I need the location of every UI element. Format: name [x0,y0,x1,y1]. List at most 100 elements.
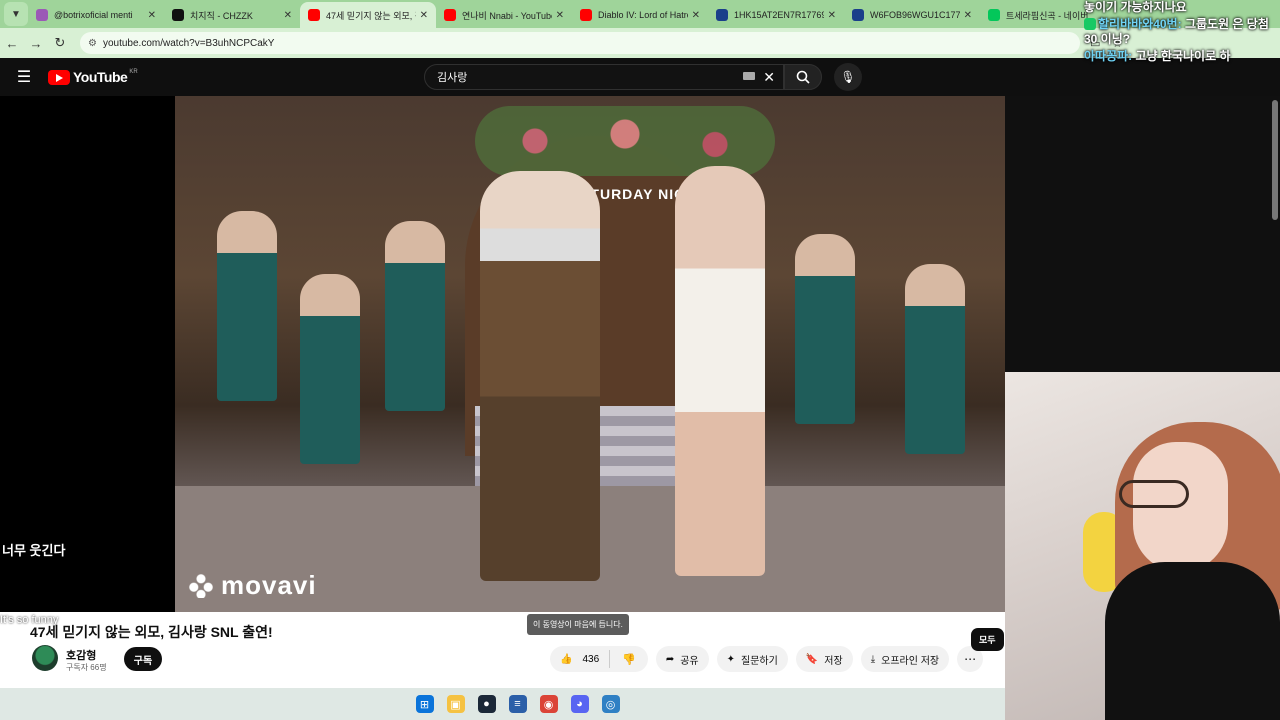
tab-favicon-icon [852,9,864,21]
tab-label: 1HK15AT2EN7R17769E [734,10,824,20]
browser-tab[interactable]: Diablo IV: Lord of Hatre ✕ [572,2,708,28]
url-input[interactable]: ⚙ youtube.com/watch?v=B3uhNCPCakY [80,32,1080,54]
tab-close-icon[interactable]: ✕ [828,10,836,21]
channel-avatar[interactable] [32,645,58,671]
app-icon[interactable]: ◎ [601,695,620,713]
youtube-play-icon [48,69,70,85]
share-label: 공유 [680,655,699,667]
sidebar-dark-area [1005,96,1280,372]
tab-close-icon[interactable]: ✕ [556,10,564,21]
tab-favicon-icon [36,9,48,21]
tab-favicon-icon [988,9,1000,21]
search-icon [796,70,810,84]
chat-username: 할리바바와40번: [1098,17,1182,31]
browser-tab[interactable]: 치지직 - CHZZK ✕ [164,2,300,28]
movavi-watermark: movavi [189,570,317,601]
screen: ▼ @botrixoficial menti ✕ 치지직 - CHZZK ✕ 4… [0,0,1280,720]
stream-overlay-text: 너무 웃긴다 [2,543,66,558]
chat-text: 놓이기 가능하지나요 [1084,0,1187,14]
browser-tab[interactable]: @botrixoficial menti ✕ [28,2,164,28]
bookmark-icon: 🔖 [805,653,819,665]
host-figure [480,171,600,581]
scrollbar-thumb[interactable] [1272,100,1278,220]
guest-figure [675,166,765,576]
like-count: 436 [582,653,600,665]
browser-tab[interactable]: W6FOB96WGU1C17769 ✕ [844,2,980,28]
voice-search-icon[interactable]: 🎙 [834,63,862,91]
streamer-top [1105,562,1280,720]
keyboard-icon[interactable] [743,72,755,80]
tab-favicon-icon [444,9,456,21]
forward-icon[interactable]: → [24,36,48,51]
browser-tab-active[interactable]: 47세 믿기지 않는 외모, 김 ✕ [300,2,436,28]
tab-label: @botrixoficial menti [54,10,133,20]
ask-label: 질문하기 [741,655,778,667]
page-scrollbar[interactable] [1270,96,1280,226]
chat-message: 놓이기 가능하지나요 [1084,0,1280,15]
chat-username: 아따꽁파: [1084,49,1133,63]
glasses-icon [1119,480,1189,508]
search-value: 김사랑 [437,72,468,84]
video-title: 47세 믿기지 않는 외모, 김사랑 SNL 출연! [30,624,273,640]
download-button[interactable]: ⤓ 오프라인 저장 [860,646,950,672]
tab-close-icon[interactable]: ✕ [692,10,700,21]
like-button[interactable]: 👍 436 [550,650,611,668]
browser-tab[interactable]: 연나비 Nnabi - YouTube ✕ [436,2,572,28]
youtube-logo[interactable]: YouTube KR [48,69,138,85]
tab-label: W6FOB96WGU1C17769 [870,10,960,20]
file-explorer-icon[interactable]: ▣ [446,695,465,713]
band-member [217,211,277,401]
region-code: KR [129,69,138,75]
sparkle-icon: ✦ [726,653,736,665]
filter-chip-all[interactable]: 모두 [971,628,1004,651]
band-member [300,274,360,464]
search-input[interactable]: 김사랑 ✕ [424,64,784,90]
chat-text: 고냥 한국나이로 하 [1135,49,1231,63]
tab-favicon-icon [308,9,320,21]
site-info-icon[interactable]: ⚙ [88,38,97,49]
tab-label: Diablo IV: Lord of Hatre [598,10,688,20]
steam-icon[interactable]: ● [477,695,496,713]
discord-icon[interactable]: ◕ [570,695,589,713]
youtube-logo-text: YouTube [73,69,128,85]
like-dislike-group: 👍 436 👎 [550,646,648,672]
taskbar: ⊞ ▣ ● ≡ ◉ ◕ ◎ [0,688,1005,720]
chat-message: 아따꽁파: 고냥 한국나이로 하 [1084,49,1280,64]
subscribe-button[interactable]: 구독 [124,647,162,671]
back-icon[interactable]: ← [0,36,24,51]
band-member [905,264,965,454]
tab-search-icon[interactable]: ▼ [4,2,28,26]
windows-start-icon[interactable]: ⊞ [415,695,434,713]
tab-label: 47세 믿기지 않는 외모, 김 [326,10,416,21]
url-text: youtube.com/watch?v=B3uhNCPCakY [102,37,275,49]
download-label: 오프라인 저장 [881,655,940,667]
movavi-logo-icon [189,573,213,598]
menu-icon[interactable]: ☰ [0,67,48,87]
tab-close-icon[interactable]: ✕ [420,10,428,21]
chrome-icon[interactable]: ◉ [539,695,558,713]
share-button[interactable]: ➦ 공유 [655,646,709,672]
watermark-text: movavi [221,570,317,600]
reload-icon[interactable]: ↻ [48,35,72,51]
dislike-button[interactable]: 👎 [610,653,648,666]
browser-tab[interactable]: 1HK15AT2EN7R17769E ✕ [708,2,844,28]
caption-text: It's so funny [0,614,59,626]
tab-close-icon[interactable]: ✕ [284,10,292,21]
tab-favicon-icon [172,9,184,21]
video-player[interactable]: SATURDAY NIGHT movavi [175,96,1005,612]
save-button[interactable]: 🔖 저장 [795,646,853,672]
band-member [385,221,445,411]
search-button[interactable] [784,64,822,90]
ask-button[interactable]: ✦ 질문하기 [716,646,788,672]
download-icon: ⤓ [870,653,876,665]
notepad-icon[interactable]: ≡ [508,695,527,713]
video-actions: 👍 436 👎 ➦ 공유 ✦ 질문하기 🔖 저장 ⤓ 오프라인 저장 ⋯ [550,646,984,672]
stream-chat-overlay: 놓이기 가능하지나요 할리바바와40번: 그룹도원 은 당첨 30 이닝? 아따… [1084,0,1280,66]
channel-name[interactable]: 호감형 [66,647,96,663]
tab-close-icon[interactable]: ✕ [964,10,972,21]
chat-message: 할리바바와40번: 그룹도원 은 당첨 30 이닝? [1084,17,1280,47]
tab-close-icon[interactable]: ✕ [148,10,156,21]
clear-search-icon[interactable]: ✕ [763,69,775,86]
tab-label: 치지직 - CHZZK [190,10,253,21]
channel-subscribers: 구독자 66명 [66,663,107,672]
